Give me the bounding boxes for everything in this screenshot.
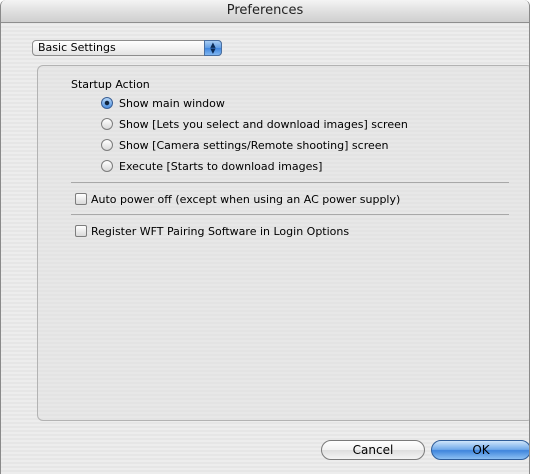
cancel-button[interactable]: Cancel	[321, 440, 425, 460]
startup-action-heading: Startup Action	[71, 78, 150, 91]
divider	[71, 182, 509, 183]
checkbox-icon[interactable]	[75, 193, 87, 205]
checkbox-label: Register WFT Pairing Software in Login O…	[91, 225, 350, 238]
settings-category-label: Basic Settings	[38, 41, 116, 54]
ok-button[interactable]: OK	[431, 440, 529, 460]
radio-label: Show [Camera settings/Remote shooting] s…	[119, 139, 389, 152]
settings-category-popup[interactable]: Basic Settings ▲ ▼	[32, 40, 222, 56]
preferences-window: Preferences Basic Settings ▲ ▼ Startup Ac…	[0, 0, 530, 474]
checkbox-icon[interactable]	[75, 225, 87, 237]
popup-arrows-icon: ▲ ▼	[204, 40, 222, 56]
radio-label: Execute [Starts to download images]	[119, 160, 323, 173]
radio-icon[interactable]	[101, 118, 113, 130]
radio-label: Show [Lets you select and download image…	[119, 118, 408, 131]
radio-icon[interactable]	[101, 160, 113, 172]
divider	[71, 214, 509, 215]
radio-icon[interactable]	[101, 139, 113, 151]
radio-label: Show main window	[119, 97, 225, 110]
window-title: Preferences	[1, 0, 529, 23]
checkbox-label: Auto power off (except when using an AC …	[91, 193, 401, 206]
radio-selected-icon[interactable]	[101, 97, 113, 109]
